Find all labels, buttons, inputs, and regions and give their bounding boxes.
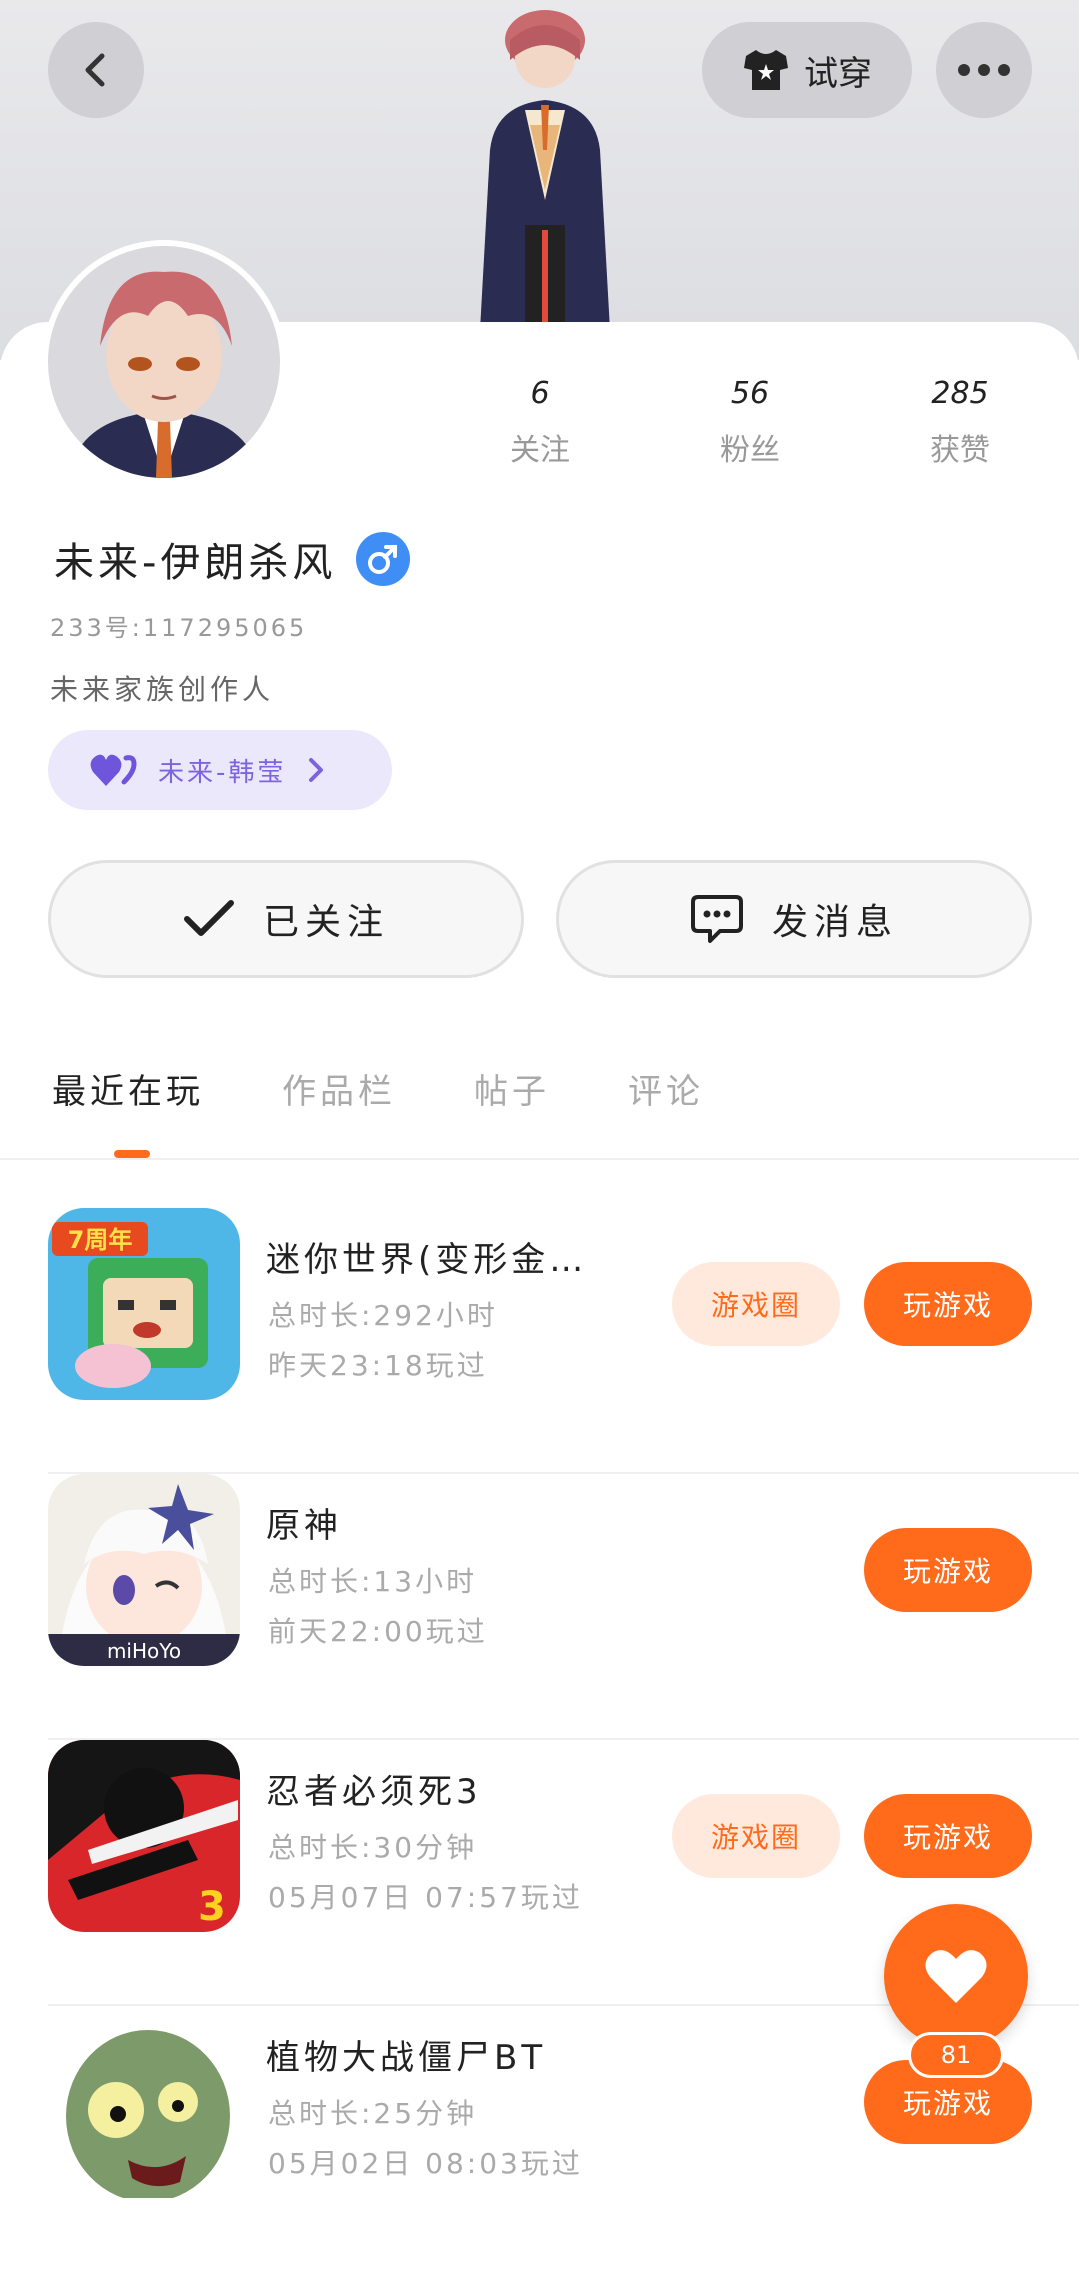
svg-text:miHoYo: miHoYo <box>107 1639 181 1663</box>
heart-pair-icon <box>90 754 137 786</box>
message-button[interactable]: 发消息 <box>556 860 1032 978</box>
game-title: 忍者必须死3 <box>266 1772 482 1812</box>
tab-works[interactable]: 作品栏 <box>282 1064 396 1113</box>
chevron-right-icon <box>309 758 324 782</box>
game-icon-pvz[interactable] <box>48 2006 240 2198</box>
character-figure-image <box>480 10 610 330</box>
game-last-played: 05月02日 08:03玩过 <box>268 2147 583 2180</box>
svg-text:7周年: 7周年 <box>68 1226 133 1254</box>
game-row[interactable]: miHoYo 原神 总时长:13小时 前天22:00玩过 玩游戏 <box>48 1474 1079 1740</box>
game-last-played: 05月07日 07:57玩过 <box>268 1881 583 1914</box>
message-label: 发消息 <box>771 902 898 943</box>
play-game-button[interactable]: 玩游戏 <box>864 1794 1032 1878</box>
game-icon-ninja[interactable]: 3 <box>48 1740 240 1932</box>
stat-label: 粉丝 <box>720 433 780 468</box>
tab-comments[interactable]: 评论 <box>628 1064 704 1113</box>
game-total-time: 总时长:30分钟 <box>268 1831 478 1864</box>
active-tab-indicator <box>114 1150 150 1158</box>
try-on-label: 试穿 <box>804 53 872 94</box>
stat-following[interactable]: 6 关注 <box>470 376 610 469</box>
male-gender-icon <box>356 532 411 586</box>
svg-text:3: 3 <box>198 1884 226 1930</box>
like-count-badge: 81 <box>908 2032 1004 2078</box>
game-last-played: 昨天23:18玩过 <box>268 1349 488 1382</box>
shirt-icon <box>744 50 788 90</box>
stat-value: 285 <box>931 376 989 411</box>
family-tag-label: 未来-韩莹 <box>158 757 287 788</box>
stat-label: 获赞 <box>930 433 990 468</box>
game-total-time: 总时长:25分钟 <box>268 2097 478 2130</box>
stat-value: 6 <box>530 376 550 411</box>
profile-tabs: 最近在玩 作品栏 帖子 评论 <box>52 1064 782 1113</box>
try-on-button[interactable]: 试穿 <box>702 22 912 118</box>
play-game-button[interactable]: 玩游戏 <box>864 1528 1032 1612</box>
heart-icon <box>925 1950 987 2003</box>
game-icon-genshin[interactable]: miHoYo <box>48 1474 240 1666</box>
more-button[interactable] <box>936 22 1032 118</box>
chat-bubble-icon <box>690 895 743 943</box>
tab-posts[interactable]: 帖子 <box>474 1064 550 1113</box>
follow-label: 已关注 <box>262 902 389 943</box>
user-name: 未来-伊朗杀风 <box>54 540 337 586</box>
game-total-time: 总时长:13小时 <box>268 1565 478 1598</box>
chevron-left-icon <box>85 53 105 87</box>
avatar-image <box>48 246 280 478</box>
play-game-button[interactable]: 玩游戏 <box>864 1262 1032 1346</box>
stat-likes[interactable]: 285 获赞 <box>890 376 1030 469</box>
profile-stats: 6 关注 56 粉丝 285 获赞 <box>470 376 1030 469</box>
family-tag[interactable]: 未来-韩莹 <box>48 730 392 810</box>
check-icon <box>183 900 234 936</box>
user-id: 233号:117295065 <box>50 614 308 642</box>
avatar[interactable] <box>48 246 280 478</box>
user-bio: 未来家族创作人 <box>50 673 275 706</box>
game-title: 植物大战僵尸BT <box>266 2038 547 2078</box>
game-last-played: 前天22:00玩过 <box>268 1615 488 1648</box>
game-total-time: 总时长:292小时 <box>268 1299 498 1332</box>
follow-button[interactable]: 已关注 <box>48 860 524 978</box>
like-floating-button[interactable] <box>884 1904 1028 2048</box>
tab-recent-games[interactable]: 最近在玩 <box>52 1064 204 1113</box>
stat-label: 关注 <box>510 433 570 468</box>
more-icon <box>958 64 1010 76</box>
game-icon-mini-world[interactable]: 7周年 <box>48 1208 240 1400</box>
game-title: 迷你世界(变形金… <box>266 1240 588 1280</box>
stat-followers[interactable]: 56 粉丝 <box>680 376 820 469</box>
name-row: 未来-伊朗杀风 <box>54 530 411 588</box>
divider <box>0 1158 1079 1160</box>
game-circle-button[interactable]: 游戏圈 <box>672 1262 840 1346</box>
stat-value: 56 <box>730 376 770 411</box>
game-circle-button[interactable]: 游戏圈 <box>672 1794 840 1878</box>
back-button[interactable] <box>48 22 144 118</box>
game-title: 原神 <box>266 1506 342 1546</box>
game-row[interactable]: 7周年 迷你世界(变形金… 总时长:292小时 昨天23:18玩过 游戏圈 玩游… <box>48 1208 1079 1474</box>
